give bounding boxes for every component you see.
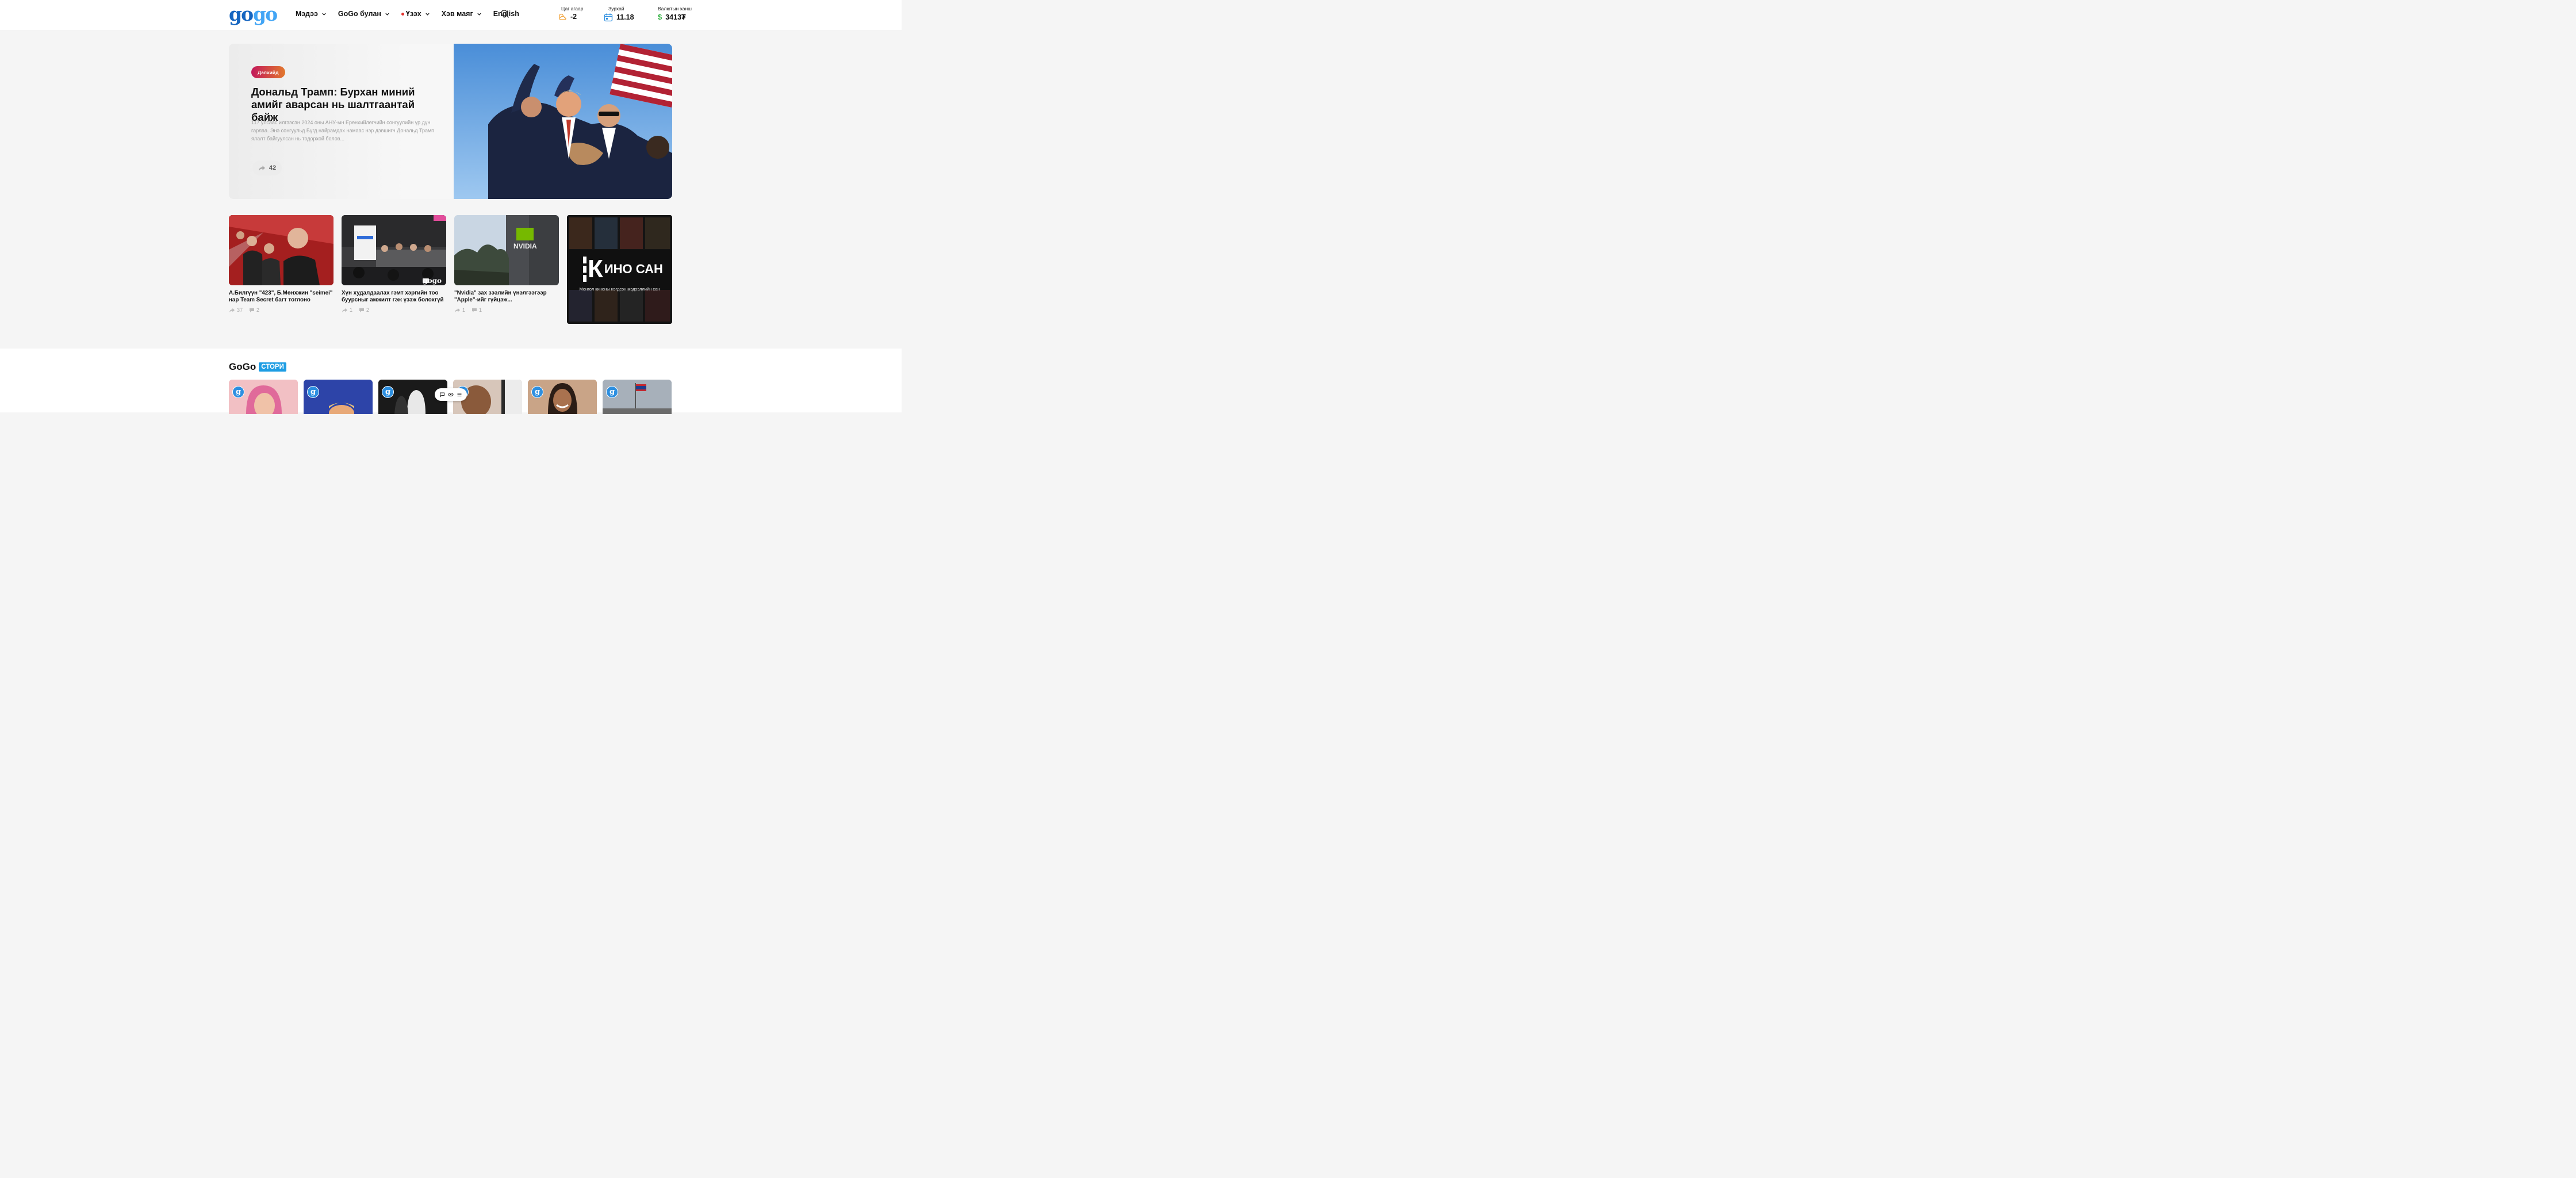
nav-item-watch[interactable]: Үзэх — [401, 8, 430, 20]
share-value: 1 — [350, 307, 353, 313]
floating-toolbar — [435, 388, 467, 401]
story-item[interactable]: g — [603, 380, 672, 414]
gogo-badge-icon: g — [531, 386, 543, 398]
card-meta: 37 2 — [229, 307, 334, 313]
nvidia-building-photo: NVIDIA — [454, 215, 559, 285]
svg-text:go: go — [229, 6, 253, 25]
comment-count[interactable]: 2 — [359, 307, 369, 313]
share-icon — [258, 165, 265, 171]
ad-title-text: ИНО САН — [604, 262, 663, 276]
chevron-down-icon — [477, 13, 481, 16]
card-meta: 1 2 — [342, 307, 446, 313]
comment-value: 2 — [256, 307, 260, 313]
comment-value: 1 — [479, 307, 482, 313]
menu-icon[interactable] — [457, 392, 462, 397]
gogo-logo[interactable]: go go — [229, 5, 277, 26]
weather-widget[interactable]: Цаг агаар -2 — [558, 6, 592, 22]
comment-icon — [359, 308, 365, 312]
article-card[interactable]: NVIDIA "Nvidia" зах зээлийн үнэлгээгээр … — [454, 215, 559, 313]
story-item[interactable]: g — [229, 380, 298, 414]
film-strip-k-icon: К — [583, 257, 603, 282]
card-image[interactable]: NVIDIA — [454, 215, 559, 285]
share-value: 1 — [462, 307, 466, 313]
search-icon[interactable] — [500, 9, 509, 18]
comment-value: 2 — [366, 307, 370, 313]
share-count[interactable]: 1 — [454, 307, 465, 313]
stories-section: GoGo СТОРИ g g g g g — [0, 349, 902, 414]
article-card[interactable]: А.Билгүүн "423", Б.Мөнхжин "seimei" нар … — [229, 215, 334, 313]
story-item[interactable]: g — [528, 380, 597, 414]
calendar-icon — [604, 13, 613, 22]
hero-article[interactable]: Дэлхийд Дональд Трамп: Бурхан миний амий… — [229, 44, 672, 199]
nav-item-gogo-corner[interactable]: GoGo булан — [338, 8, 390, 20]
comment-icon — [472, 308, 477, 312]
weather-value: -2 — [570, 13, 577, 21]
story-item[interactable]: g — [304, 380, 373, 414]
nav-item-style[interactable]: Хэв маяг — [442, 8, 482, 20]
esports-photo — [229, 215, 334, 285]
card-title[interactable]: "Nvidia" зах зээлийн үнэлгээгээр "Apple"… — [454, 290, 559, 303]
stories-tag: СТОРИ — [259, 362, 286, 372]
nav-label: Мэдээ — [296, 10, 318, 18]
card-image[interactable]: gogo — [342, 215, 446, 285]
conference-photo — [342, 215, 446, 285]
horoscope-widget[interactable]: Зурхай 11.18 — [604, 6, 643, 22]
share-button[interactable]: 42 — [252, 160, 282, 175]
main-nav: Мэдээ GoGo булан Үзэх Хэв маяг English — [296, 8, 531, 20]
share-icon — [229, 308, 235, 312]
currency-widget[interactable]: Валютын ханш $ 3413₮ — [658, 6, 698, 22]
svg-text:NVIDIA: NVIDIA — [513, 242, 537, 250]
share-icon — [455, 308, 460, 312]
chevron-down-icon — [425, 13, 430, 16]
nav-item-news[interactable]: Мэдээ — [296, 8, 327, 20]
comment-count[interactable]: 1 — [471, 307, 482, 313]
nav-label: Хэв маяг — [441, 10, 473, 18]
live-dot-icon — [401, 12, 404, 16]
horoscope-label: Зурхай — [608, 6, 624, 12]
nav-label: GoGo булан — [338, 10, 381, 18]
share-count[interactable]: 37 — [229, 307, 243, 313]
card-title[interactable]: Хүн худалдаалах гэмт хэргийн тоо буурсны… — [342, 290, 446, 303]
horoscope-value: 11.18 — [616, 13, 634, 21]
kino-san-ad[interactable]: К ИНО САН Монгол киноны нэгдсэн мэдээлли… — [567, 215, 672, 324]
gogo-badge-icon: g — [232, 386, 244, 398]
ad-title: К ИНО САН — [583, 257, 663, 282]
cloud-sun-icon — [558, 13, 566, 20]
stories-title: GoGo — [229, 361, 256, 372]
gogo-badge-icon: g — [307, 386, 319, 398]
svg-text:go: go — [253, 6, 277, 25]
currency-label: Валютын ханш — [658, 6, 692, 12]
dollar-icon: $ — [658, 13, 662, 21]
weather-label: Цаг агаар — [561, 6, 584, 12]
hero-text: Дэлхийд Дональд Трамп: Бурхан миний амий… — [229, 44, 454, 199]
hero-description: 117 улсаас илгээсэн 2024 оны АНУ-ын Ерөн… — [251, 120, 435, 141]
header-widgets: Цаг агаар -2 Зурхай 11.18 Валютын ханш $… — [558, 6, 710, 22]
page: go go Мэдээ GoGo булан Үзэх Хэв маяг Eng… — [0, 0, 902, 414]
chevron-down-icon — [385, 13, 389, 16]
eye-icon[interactable] — [448, 392, 454, 397]
watermark-text: gogo — [423, 277, 442, 285]
chat-icon[interactable] — [439, 392, 445, 397]
category-badge[interactable]: Дэлхийд — [251, 66, 285, 78]
card-image[interactable] — [229, 215, 334, 285]
chevron-down-icon — [322, 13, 326, 16]
hero-photo — [454, 44, 672, 199]
ad-subtitle: Монгол киноны нэгдсэн мэдээллийн сан — [579, 286, 660, 292]
currency-value: 3413₮ — [665, 13, 686, 21]
share-value: 37 — [237, 307, 243, 313]
share-count: 42 — [269, 165, 277, 171]
comment-count[interactable]: 2 — [249, 307, 259, 313]
site-header: go go Мэдээ GoGo булан Үзэх Хэв маяг Eng… — [0, 0, 902, 30]
hero-image[interactable] — [454, 44, 672, 199]
gogo-badge-icon: g — [382, 386, 394, 398]
nav-label: Үзэх — [405, 10, 421, 18]
gogo-badge-icon: g — [606, 386, 618, 398]
article-card[interactable]: gogo Хүн худалдаалах гэмт хэргийн тоо бу… — [342, 215, 446, 313]
card-title[interactable]: А.Билгүүн "423", Б.Мөнхжин "seimei" нар … — [229, 290, 334, 303]
share-count[interactable]: 1 — [342, 307, 352, 313]
card-meta: 1 1 — [454, 307, 559, 313]
share-icon — [342, 308, 347, 312]
stories-heading: GoGo СТОРИ — [229, 361, 286, 373]
comment-icon — [250, 308, 255, 312]
